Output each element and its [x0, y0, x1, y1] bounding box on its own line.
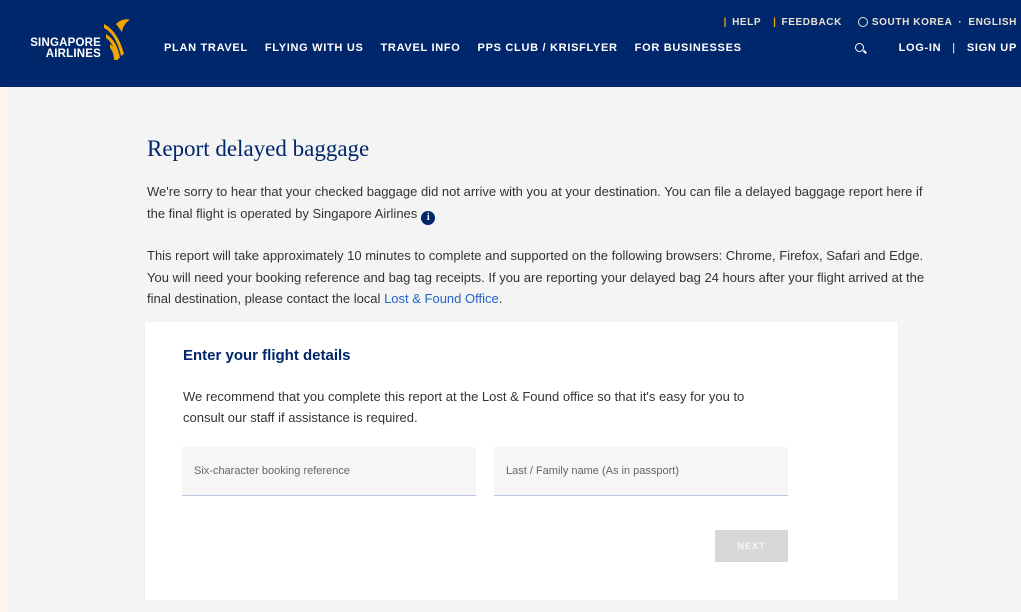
form-title: Enter your flight details [183, 347, 351, 364]
form-description: We recommend that you complete this repo… [183, 389, 745, 425]
intro-paragraph: We're sorry to hear that your checked ba… [147, 184, 923, 225]
search-icon[interactable] [854, 43, 867, 54]
feedback-link[interactable]: FEEDBACK [782, 17, 842, 28]
last-name-input[interactable] [494, 447, 788, 496]
account-nav: LOG-IN | SIGN UP [854, 42, 1017, 54]
nav-flying-with-us[interactable]: FLYING WITH US [265, 42, 364, 54]
singapore-airlines-logo[interactable]: SINGAPORE AIRLINES [22, 14, 132, 72]
utility-bar: | HELP | FEEDBACK SOUTH KOREA · ENGLISH [723, 16, 1017, 28]
globe-icon [857, 17, 868, 27]
signup-link[interactable]: SIGN UP [967, 42, 1017, 54]
site-header: SINGAPORE AIRLINES | HELP | FEEDBACK SOU… [0, 0, 1021, 87]
main-nav: PLAN TRAVEL FLYING WITH US TRAVEL INFO P… [164, 42, 759, 54]
login-link[interactable]: LOG-IN [899, 42, 942, 54]
flight-details-card: Enter your flight details We recommend t… [145, 322, 898, 600]
nav-krisflyer[interactable]: PPS CLUB / KRISFLYER [478, 42, 618, 54]
nav-travel-info[interactable]: TRAVEL INFO [381, 42, 461, 54]
next-button[interactable]: NEXT [715, 530, 788, 562]
country-selector[interactable]: SOUTH KOREA [872, 17, 953, 28]
info-icon[interactable]: i [421, 210, 436, 225]
language-selector[interactable]: ENGLISH [968, 17, 1017, 28]
page-title: Report delayed baggage [147, 136, 370, 161]
requirements-paragraph: This report will take approximately 10 m… [147, 248, 925, 306]
logo-line-2: AIRLINES [45, 48, 101, 60]
lost-and-found-link[interactable]: Lost & Found Office [384, 291, 499, 306]
booking-reference-input[interactable] [182, 447, 476, 496]
help-link[interactable]: HELP [732, 17, 761, 28]
left-edge-strip [0, 87, 8, 612]
nav-for-businesses[interactable]: FOR BUSINESSES [635, 42, 742, 54]
nav-plan-travel[interactable]: PLAN TRAVEL [164, 42, 248, 54]
bird-logo-icon [104, 19, 130, 60]
